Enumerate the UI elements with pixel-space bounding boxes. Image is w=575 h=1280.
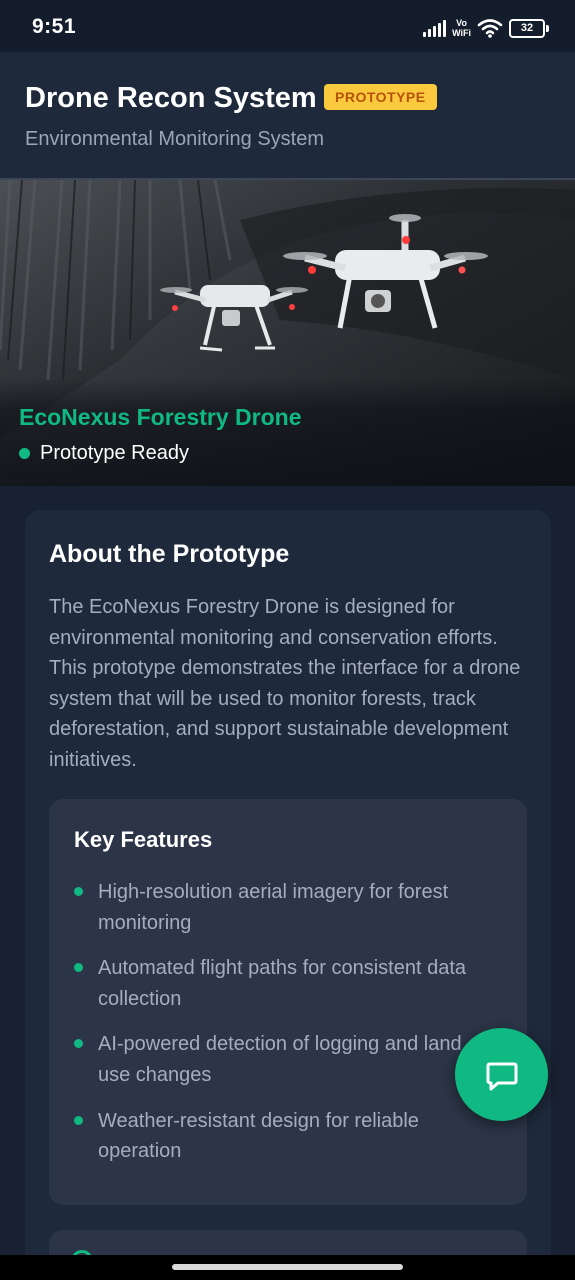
app-title: Drone Recon System xyxy=(25,82,317,114)
signal-icon xyxy=(423,19,447,37)
bullet-icon xyxy=(74,1039,83,1049)
bullet-icon xyxy=(74,887,83,896)
app-header: Drone Recon System PROTOTYPE Environment… xyxy=(0,52,575,180)
chat-bubble-icon xyxy=(486,1062,517,1090)
app-screen: 9:51 Vo WiFi 32 Drone Recon System PROTO… xyxy=(0,0,575,1280)
system-nav-bar xyxy=(0,1255,575,1280)
key-features-box: Key Features High-resolution aerial imag… xyxy=(49,799,527,1205)
features-list: High-resolution aerial imagery for fores… xyxy=(74,877,494,1182)
feature-text: Automated flight paths for consistent da… xyxy=(98,957,466,1010)
status-bar: 9:51 Vo WiFi 32 xyxy=(0,0,575,52)
feature-text: High-resolution aerial imagery for fores… xyxy=(98,881,449,934)
status-time: 9:51 xyxy=(32,15,77,38)
battery-icon: 32 xyxy=(509,18,549,38)
app-subtitle: Environmental Monitoring System xyxy=(25,128,325,150)
feature-text: Weather-resistant design for reliable op… xyxy=(98,1109,419,1163)
prototype-badge: PROTOTYPE xyxy=(324,84,437,110)
wifi-icon xyxy=(477,19,503,38)
bullet-icon xyxy=(74,963,83,973)
home-gesture-handle[interactable] xyxy=(172,1264,403,1270)
feature-text: AI-powered detection of logging and land… xyxy=(98,1033,462,1086)
hero-status-text: Prototype Ready xyxy=(40,442,189,464)
vowifi-label-top: Vo xyxy=(456,18,467,28)
vowifi-label-bottom: WiFi xyxy=(452,28,471,38)
vowifi-icon: Vo WiFi xyxy=(452,18,471,38)
status-icons: Vo WiFi 32 xyxy=(423,14,549,42)
status-dot-icon xyxy=(19,448,30,459)
chat-button[interactable] xyxy=(455,1028,548,1121)
hero-overlay xyxy=(0,378,575,486)
hero-banner xyxy=(0,180,575,486)
about-title: About the Prototype xyxy=(49,540,290,568)
feature-item: Weather-resistant design for reliable op… xyxy=(74,1106,494,1167)
hero-status: Prototype Ready xyxy=(19,442,189,465)
feature-item: AI-powered detection of logging and land… xyxy=(74,1029,494,1090)
about-text: The EcoNexus Forestry Drone is designed … xyxy=(49,596,521,771)
hero-title: EcoNexus Forestry Drone xyxy=(19,404,302,430)
bullet-icon xyxy=(74,1115,83,1125)
feature-item: High-resolution aerial imagery for fores… xyxy=(74,877,494,938)
feature-item: Automated flight paths for consistent da… xyxy=(74,953,494,1014)
features-title: Key Features xyxy=(74,827,213,852)
about-card: About the Prototype The EcoNexus Forestr… xyxy=(25,510,551,1280)
